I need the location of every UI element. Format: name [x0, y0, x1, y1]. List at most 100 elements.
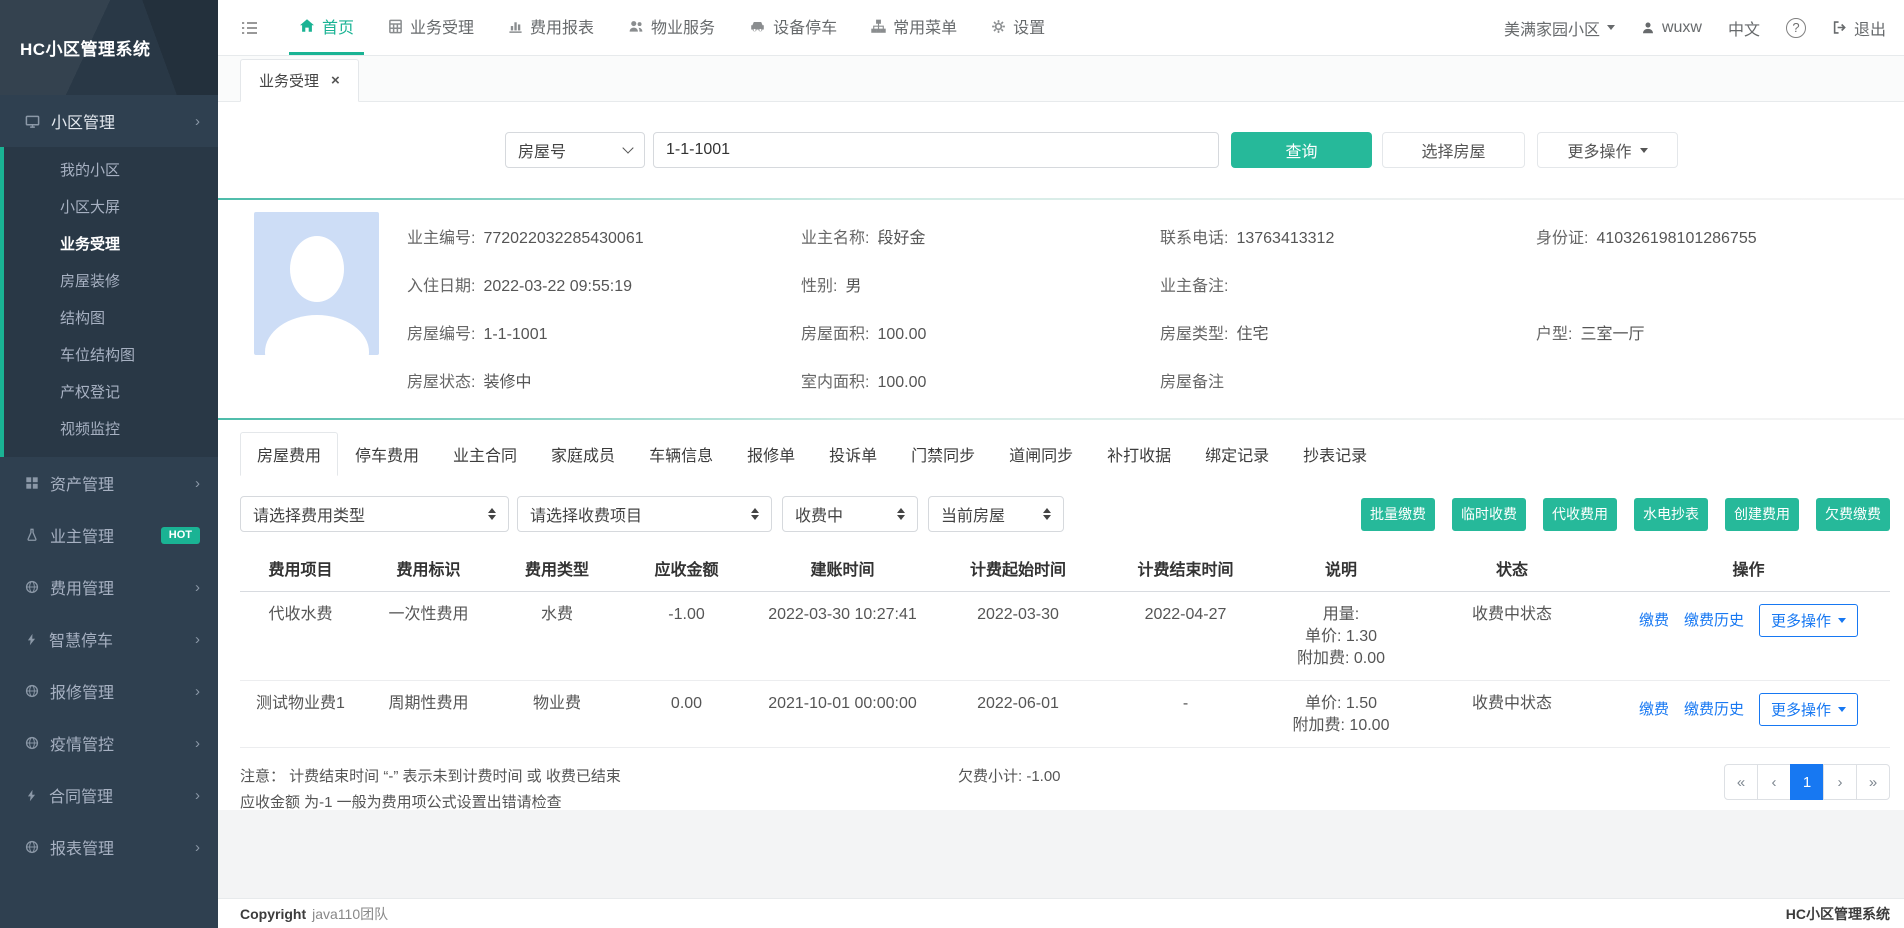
search-type-value: 房屋号 [518, 138, 566, 162]
tab-repair-order[interactable]: 报修单 [730, 432, 812, 476]
tab-complaint-order[interactable]: 投诉单 [812, 432, 894, 476]
tab-reprint-receipt[interactable]: 补打收据 [1090, 432, 1188, 476]
sidebar-item-business-acceptance[interactable]: 业务受理 [4, 225, 218, 262]
nav-tab-fee-report[interactable]: 费用报表 [498, 0, 604, 55]
bolt-icon [25, 789, 38, 802]
table-row: 代收水费 一次性费用 水费 -1.00 2022-03-30 10:27:41 … [240, 592, 1890, 681]
field-empty [1536, 371, 1890, 389]
tab-access-sync[interactable]: 门禁同步 [894, 432, 992, 476]
field-owner-id: 业主编号:772022032285430061 [407, 224, 801, 248]
car-icon [749, 19, 766, 34]
search-input[interactable] [653, 132, 1219, 168]
col-operations: 操作 [1607, 550, 1890, 592]
close-icon[interactable]: × [331, 73, 340, 88]
field-layout: 户型:三室一厅 [1536, 320, 1890, 344]
query-button[interactable]: 查询 [1231, 132, 1372, 168]
gear-icon [991, 19, 1006, 34]
nav-tab-settings[interactable]: 设置 [981, 0, 1055, 55]
col-status: 状态 [1417, 550, 1607, 592]
pagination: « ‹ 1 › » [1724, 764, 1890, 800]
caret-down-icon [1838, 707, 1846, 712]
nav-tab-device-parking[interactable]: 设备停车 [739, 0, 847, 55]
row-more-actions-button[interactable]: 更多操作 [1759, 693, 1858, 726]
sidebar-item-my-community[interactable]: 我的小区 [4, 151, 218, 188]
tab-label: 业务受理 [259, 70, 319, 91]
sidebar-item-contract-mgmt[interactable]: 合同管理 › [0, 769, 218, 821]
col-fee-type: 费用类型 [496, 550, 618, 592]
row-more-actions-button[interactable]: 更多操作 [1759, 604, 1858, 637]
sidebar-item-video-monitor[interactable]: 视频监控 [4, 410, 218, 447]
fee-state-select[interactable]: 收费中 [782, 496, 918, 532]
sidebar-item-community-mgmt[interactable]: 小区管理 › [0, 95, 218, 147]
col-created: 建账时间 [755, 550, 930, 592]
sidebar-item-report-mgmt[interactable]: 报表管理 › [0, 821, 218, 873]
fee-item-select[interactable]: 请选择收费项目 [517, 496, 772, 532]
sidebar-item-epidemic-control[interactable]: 疫情管控 › [0, 717, 218, 769]
sidebar-item-property-registration[interactable]: 产权登记 [4, 373, 218, 410]
chevron-right-icon: › [195, 736, 200, 751]
sidebar-item-asset-mgmt[interactable]: 资产管理 › [0, 457, 218, 509]
chevron-right-icon: › [195, 840, 200, 855]
tab-business-acceptance[interactable]: 业务受理 × [240, 59, 359, 102]
sidebar-item-smart-parking[interactable]: 智慧停车 › [0, 613, 218, 665]
field-gender: 性别:男 [801, 272, 1160, 296]
tab-family-members[interactable]: 家庭成员 [534, 432, 632, 476]
choose-house-button[interactable]: 选择房屋 [1382, 132, 1525, 168]
fee-type-select[interactable]: 请选择费用类型 [240, 496, 509, 532]
home-icon [299, 18, 315, 34]
status-badge: 收费中状态 [1417, 681, 1607, 748]
sidebar-submenu: 我的小区 小区大屏 业务受理 房屋装修 结构图 车位结构图 产权登记 视频监控 [0, 147, 218, 457]
user-menu[interactable]: wuxw [1641, 19, 1702, 37]
page-next-button[interactable]: › [1823, 764, 1857, 800]
meter-reading-button[interactable]: 水电抄表 [1634, 498, 1708, 531]
page-number-button[interactable]: 1 [1790, 764, 1824, 800]
arrears-pay-button[interactable]: 欠费缴费 [1816, 498, 1890, 531]
tab-binding-record[interactable]: 绑定记录 [1188, 432, 1286, 476]
tab-parking-fee[interactable]: 停车费用 [338, 432, 436, 476]
pay-history-link[interactable]: 缴费历史 [1684, 699, 1744, 721]
sidebar-item-parking-structure-map[interactable]: 车位结构图 [4, 336, 218, 373]
create-fee-button[interactable]: 创建费用 [1725, 498, 1799, 531]
nav-tab-home[interactable]: 首页 [289, 0, 364, 55]
tab-vehicle-info[interactable]: 车辆信息 [632, 432, 730, 476]
sidebar-item-big-screen[interactable]: 小区大屏 [4, 188, 218, 225]
sidebar-item-structure-map[interactable]: 结构图 [4, 299, 218, 336]
sidebar-item-house-decoration[interactable]: 房屋装修 [4, 262, 218, 299]
globe-icon [25, 684, 39, 698]
community-selector[interactable]: 美满家园小区 [1504, 16, 1615, 40]
sidebar-item-owner-mgmt[interactable]: 业主管理 HOT [0, 509, 218, 561]
menu-toggle-icon[interactable] [240, 20, 259, 36]
logout-button[interactable]: 退出 [1832, 16, 1886, 40]
batch-pay-button[interactable]: 批量缴费 [1361, 498, 1435, 531]
chevron-right-icon: › [195, 684, 200, 699]
collect-fee-button[interactable]: 代收费用 [1543, 498, 1617, 531]
nav-tab-property-service[interactable]: 物业服务 [618, 0, 725, 55]
tab-meter-record[interactable]: 抄表记录 [1286, 432, 1384, 476]
tab-owner-contract[interactable]: 业主合同 [436, 432, 534, 476]
field-checkin-date: 入住日期:2022-03-22 09:55:19 [407, 272, 801, 296]
page-prev-button[interactable]: ‹ [1757, 764, 1791, 800]
page-last-button[interactable]: » [1856, 764, 1890, 800]
tab-gate-sync[interactable]: 道闸同步 [992, 432, 1090, 476]
pay-link[interactable]: 缴费 [1639, 699, 1669, 721]
tab-house-fee[interactable]: 房屋费用 [240, 432, 338, 476]
sidebar-item-label: 业主管理 [50, 523, 114, 547]
nav-tab-business[interactable]: 业务受理 [378, 0, 484, 55]
language-switch[interactable]: 中文 [1728, 16, 1760, 40]
pay-history-link[interactable]: 缴费历史 [1684, 610, 1744, 632]
sidebar-item-fee-mgmt[interactable]: 费用管理 › [0, 561, 218, 613]
help-icon[interactable]: ? [1786, 18, 1806, 38]
temp-charge-button[interactable]: 临时收费 [1452, 498, 1526, 531]
more-actions-button[interactable]: 更多操作 [1537, 132, 1678, 168]
page-first-button[interactable]: « [1724, 764, 1758, 800]
search-type-select[interactable]: 房屋号 [505, 132, 645, 168]
sidebar-item-repair-mgmt[interactable]: 报修管理 › [0, 665, 218, 717]
pay-link[interactable]: 缴费 [1639, 610, 1669, 632]
chevron-right-icon: › [195, 788, 200, 803]
scope-select[interactable]: 当前房屋 [928, 496, 1064, 532]
open-tabs-strip: 业务受理 × [218, 56, 1904, 102]
nav-tab-common-menu[interactable]: 常用菜单 [861, 0, 967, 55]
sidebar-item-label: 合同管理 [49, 783, 113, 807]
detail-tabs: 房屋费用 停车费用 业主合同 家庭成员 车辆信息 报修单 投诉单 门禁同步 道闸… [240, 432, 1890, 476]
main-area: 首页 业务受理 费用报表 物业服务 设备停车 常用菜单 [218, 0, 1904, 928]
